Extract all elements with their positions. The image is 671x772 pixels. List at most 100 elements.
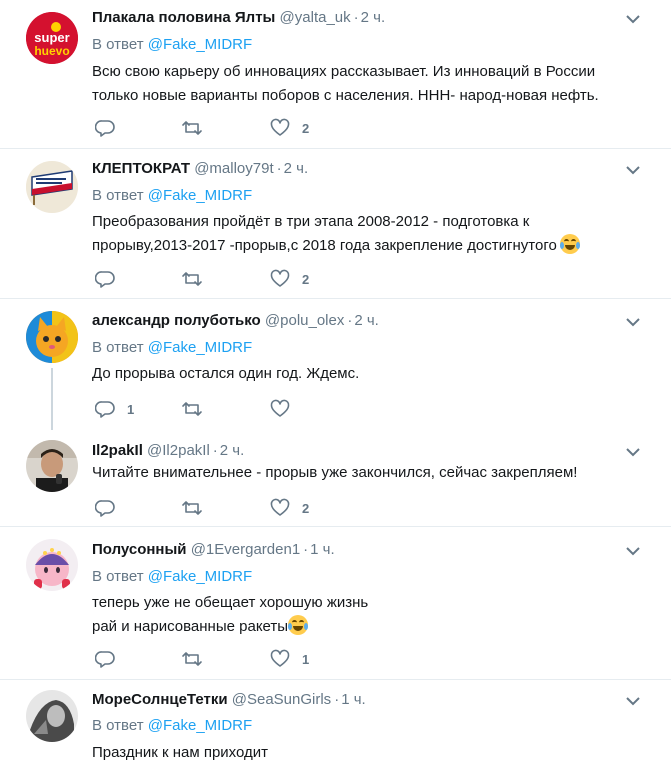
reply-button[interactable] [95, 269, 127, 289]
timestamp[interactable]: 2 ч. [220, 442, 245, 459]
tweet-text-line: Читайте внимательнее - прорыв уже законч… [92, 464, 578, 481]
display-name[interactable]: Полусонный [92, 541, 187, 558]
tweet-text-segment: прорыву,2013-2017 -прорыв,с 2018 года за… [92, 237, 557, 254]
avatar[interactable] [26, 311, 78, 363]
retweet-button[interactable] [181, 498, 215, 518]
separator-dot: · [353, 9, 359, 26]
reply-mention-link[interactable]: @Fake_MIDRF [148, 36, 252, 53]
retweet-button[interactable] [181, 118, 215, 138]
tweet-header: КЛЕПТОКРАТ @malloy79t · 2 ч. [92, 160, 308, 178]
tweet-text-line: Праздник к нам приходит [92, 744, 269, 761]
avatar[interactable] [26, 161, 78, 213]
avatar[interactable] [26, 539, 78, 591]
reply-context: В ответ @Fake_MIDRF [92, 36, 252, 54]
reply-prefix: В ответ [92, 187, 144, 204]
tweet-text: Читайте внимательнее - прорыв уже законч… [92, 461, 652, 485]
reply-prefix: В ответ [92, 36, 144, 53]
retweet-button[interactable] [181, 399, 215, 419]
display-name[interactable]: александр полуботько [92, 312, 261, 329]
user-handle[interactable]: @Il2pakIl [147, 442, 210, 459]
chevron-down-icon[interactable] [625, 446, 641, 458]
avatar-image [26, 311, 78, 363]
retweet-button[interactable] [181, 269, 215, 289]
reply-icon [95, 500, 115, 517]
tears-of-joy-emoji [559, 234, 580, 254]
like-button[interactable]: 2 [270, 498, 309, 518]
reply-button[interactable] [95, 649, 127, 669]
timestamp[interactable]: 2 ч. [361, 9, 386, 26]
user-handle[interactable]: @yalta_uk [280, 9, 351, 26]
heart-icon [270, 399, 290, 417]
tears-of-joy-emoji [288, 615, 309, 635]
tweet-header: Полусонный @1Evergarden1 · 1 ч. [92, 541, 335, 559]
display-name[interactable]: Плакала половина Ялты [92, 9, 275, 26]
user-handle[interactable]: @malloy79t [194, 160, 273, 177]
reply-button[interactable] [95, 498, 127, 518]
divider [0, 148, 671, 149]
reply-mention-link[interactable]: @Fake_MIDRF [148, 339, 252, 356]
reply-count: 1 [127, 401, 135, 417]
like-button[interactable]: 2 [270, 118, 309, 138]
reply-context: В ответ @Fake_MIDRF [92, 717, 252, 735]
divider [0, 679, 671, 680]
reply-context: В ответ @Fake_MIDRF [92, 187, 252, 205]
like-button[interactable] [270, 399, 302, 419]
tweet-text: До прорыва остался один год. Ждемс. [92, 362, 652, 386]
timestamp[interactable]: 2 ч. [354, 312, 379, 329]
like-count: 1 [302, 651, 310, 667]
display-name[interactable]: КЛЕПТОКРАТ [92, 160, 190, 177]
reply-prefix: В ответ [92, 339, 144, 356]
chevron-down-icon[interactable] [625, 695, 641, 707]
chevron-down-icon[interactable] [625, 545, 641, 557]
tweet-header: Плакала половина Ялты @yalta_uk · 2 ч. [92, 9, 385, 27]
user-handle[interactable]: @polu_olex [265, 312, 344, 329]
avatar[interactable]: super huevo [26, 12, 78, 64]
retweet-icon [182, 121, 202, 135]
separator-dot: · [276, 160, 282, 177]
retweet-icon [182, 501, 202, 515]
reply-mention-link[interactable]: @Fake_MIDRF [148, 568, 252, 585]
tweet-header: МореСолнцеТетки @SeaSunGirls · 1 ч. [92, 691, 366, 709]
reply-mention-link[interactable]: @Fake_MIDRF [148, 187, 252, 204]
avatar-image [26, 161, 78, 213]
like-count: 2 [302, 120, 310, 136]
chevron-down-icon[interactable] [625, 164, 641, 176]
divider [0, 298, 671, 299]
display-name[interactable]: Il2pakIl [92, 442, 143, 459]
retweet-button[interactable] [181, 649, 215, 669]
retweet-icon [182, 272, 202, 286]
avatar[interactable] [26, 690, 78, 742]
reply-mention-link[interactable]: @Fake_MIDRF [148, 717, 252, 734]
reply-prefix: В ответ [92, 568, 144, 585]
avatar-image [26, 539, 78, 591]
avatar-image [26, 440, 78, 492]
reply-button[interactable] [95, 118, 127, 138]
user-handle[interactable]: @SeaSunGirls [232, 691, 331, 708]
heart-icon [270, 649, 290, 667]
chevron-down-icon[interactable] [625, 13, 641, 25]
avatar-image [26, 690, 78, 742]
thread-connector-line [51, 368, 53, 430]
avatar-logo-text-2: huevo [34, 44, 69, 58]
tweet-text-line: Преобразования пройдёт в три этапа 2008-… [92, 213, 530, 230]
tweet-text: теперь уже не обещает хорошую жизнь рай … [92, 591, 652, 639]
like-count: 2 [302, 500, 310, 516]
tweet-text-line: До прорыва остался один год. Ждемс. [92, 365, 360, 382]
tweet-text-line: прорыву,2013-2017 -прорыв,с 2018 года за… [92, 234, 652, 258]
display-name[interactable]: МореСолнцеТетки [92, 691, 228, 708]
reply-button[interactable]: 1 [95, 399, 134, 419]
tweet-text-line: рай и нарисованные ракеты [92, 615, 652, 639]
timestamp[interactable]: 1 ч. [310, 541, 335, 558]
avatar-image: super huevo [26, 12, 78, 64]
avatar[interactable] [26, 440, 78, 492]
timestamp[interactable]: 2 ч. [284, 160, 309, 177]
reply-icon [95, 651, 115, 668]
like-button[interactable]: 1 [270, 649, 309, 669]
timestamp[interactable]: 1 ч. [341, 691, 366, 708]
heart-icon [270, 118, 290, 136]
like-button[interactable]: 2 [270, 269, 309, 289]
tweet-header: александр полуботько @polu_olex · 2 ч. [92, 312, 379, 330]
chevron-down-icon[interactable] [625, 316, 641, 328]
reply-prefix: В ответ [92, 717, 144, 734]
user-handle[interactable]: @1Evergarden1 [191, 541, 300, 558]
